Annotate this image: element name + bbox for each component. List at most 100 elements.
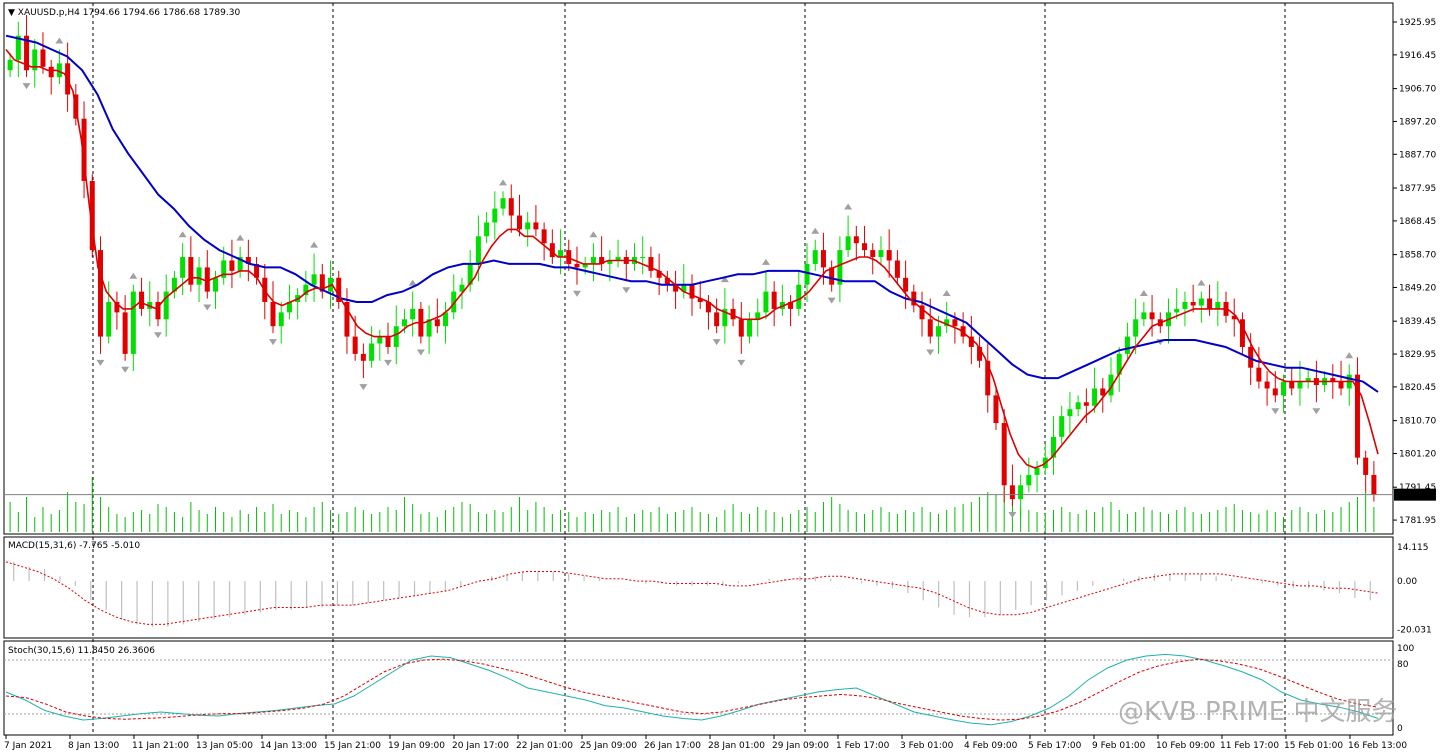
time-tick-label: 9 Feb 01:00 — [1092, 741, 1146, 751]
candle-body — [377, 336, 383, 344]
candle-body — [385, 336, 391, 347]
time-tick-label: 8 Jan 13:00 — [68, 741, 120, 751]
candle-body — [1371, 474, 1377, 495]
time-tick-label: 10 Feb 09:00 — [1156, 741, 1215, 751]
candle-body — [475, 236, 481, 264]
price-tick-label: 1781.95 — [1399, 516, 1436, 526]
candle-body — [122, 312, 128, 354]
chart-header: ▼ XAUUSD.p,H4 1794.66 1794.66 1786.68 17… — [8, 8, 240, 18]
candle-body — [853, 236, 859, 244]
candle-body — [804, 263, 810, 285]
candle-body — [1067, 409, 1073, 417]
candle-body — [993, 395, 999, 424]
macd-panel-frame — [3, 536, 1394, 639]
time-axis: 7 Jan 2021 8 Jan 13:00 11 Jan 21:00 13 Jan … — [4, 735, 1407, 751]
candle-body — [796, 284, 802, 309]
price-tick-label: 1829.95 — [1399, 350, 1436, 360]
candle-body — [1190, 301, 1196, 306]
candle-body — [484, 222, 490, 237]
price-tick-label: 1897.20 — [1399, 117, 1436, 127]
macd-tick-label: -20.031 — [1397, 625, 1432, 635]
time-tick-label: 3 Feb 01:00 — [900, 741, 954, 751]
candle-body — [1182, 301, 1188, 309]
time-tick-label: 4 Feb 09:00 — [964, 741, 1018, 751]
price-tick-label: 1868.45 — [1399, 217, 1436, 227]
stoch-tick-label: 0 — [1397, 724, 1403, 734]
price-tick-label: 1858.70 — [1399, 251, 1436, 261]
candle-body — [1075, 402, 1081, 410]
time-tick-label: 20 Jan 17:00 — [452, 741, 509, 751]
candle-body — [1264, 381, 1270, 389]
candle-body — [139, 291, 145, 309]
candle-body — [558, 250, 564, 258]
candle-body — [1207, 298, 1213, 309]
price-tick-label: 1820.45 — [1399, 383, 1436, 393]
time-tick-label: 15 Feb 01:00 — [1284, 741, 1343, 751]
candle-body — [935, 326, 941, 337]
candle-body — [1338, 381, 1344, 389]
candle-body — [1297, 381, 1303, 389]
trading-chart[interactable]: ▼ XAUUSD.p,H4 1794.66 1794.66 1786.68 17… — [0, 0, 1441, 756]
candle-body — [1009, 485, 1015, 500]
candle-body — [845, 236, 851, 251]
candle-body — [640, 257, 646, 259]
candle-body — [401, 319, 407, 327]
time-tick-label: 22 Jan 01:00 — [516, 741, 573, 751]
candle-body — [747, 319, 753, 337]
time-tick-label: 29 Jan 09:00 — [772, 741, 829, 751]
candle-body — [862, 243, 868, 251]
candle-body — [1215, 301, 1221, 309]
time-tick-label: 14 Jan 13:00 — [260, 741, 317, 751]
candle-body — [533, 222, 539, 230]
watermark: @KVB PRIME 中文服务 — [1118, 697, 1397, 727]
candle-body — [903, 277, 909, 292]
candle-body — [369, 343, 375, 361]
time-tick-label: 16 Feb 13:00 — [1348, 741, 1407, 751]
time-tick-label: 19 Jan 09:00 — [388, 741, 445, 751]
candle-body — [212, 277, 218, 292]
candle-body — [393, 326, 399, 347]
candle-body — [590, 257, 596, 264]
candle-body — [1289, 381, 1295, 389]
time-tick-label: 5 Feb 17:00 — [1028, 741, 1082, 751]
candle-body — [311, 274, 317, 285]
time-tick-label: 1 Feb 17:00 — [836, 741, 890, 751]
time-tick-label: 7 Jan 2021 — [4, 741, 52, 751]
time-tick-label: 11 Feb 17:00 — [1220, 741, 1279, 751]
candle-body — [1083, 402, 1089, 406]
candle-body — [196, 267, 202, 285]
candle-body — [1198, 298, 1204, 306]
price-tick-label: 1810.70 — [1399, 417, 1436, 427]
candle-body — [1034, 468, 1040, 475]
candle-body — [516, 215, 522, 230]
candle-body — [270, 301, 276, 327]
candle-body — [492, 208, 498, 223]
price-tick-label: 1916.45 — [1399, 51, 1436, 61]
candle-body — [1092, 388, 1098, 406]
macd-tick-label: 14.115 — [1397, 543, 1429, 553]
candle-body — [574, 263, 580, 268]
candle-body — [1124, 336, 1130, 354]
stoch-tick-label: 80 — [1397, 660, 1409, 670]
candle-body — [1059, 416, 1065, 437]
candle-body — [106, 301, 112, 337]
candle-body — [40, 49, 46, 67]
candle-body — [188, 257, 194, 285]
candle-body — [508, 198, 514, 216]
candle-body — [878, 250, 884, 258]
price-panel-frame — [3, 2, 1394, 535]
candle-body — [410, 308, 416, 320]
candle-body — [360, 353, 366, 361]
candle-body — [952, 319, 958, 327]
time-tick-label: 26 Jan 17:00 — [644, 741, 701, 751]
candle-body — [525, 222, 531, 230]
candle-body — [763, 291, 769, 313]
candle-body — [738, 319, 744, 337]
candle-body — [1281, 381, 1287, 396]
candle-body — [352, 336, 358, 354]
price-tick-label: 1887.70 — [1399, 150, 1436, 160]
candle-body — [771, 291, 777, 309]
candle-body — [48, 66, 54, 78]
candle-body — [1141, 312, 1147, 320]
candle-body — [97, 250, 103, 337]
